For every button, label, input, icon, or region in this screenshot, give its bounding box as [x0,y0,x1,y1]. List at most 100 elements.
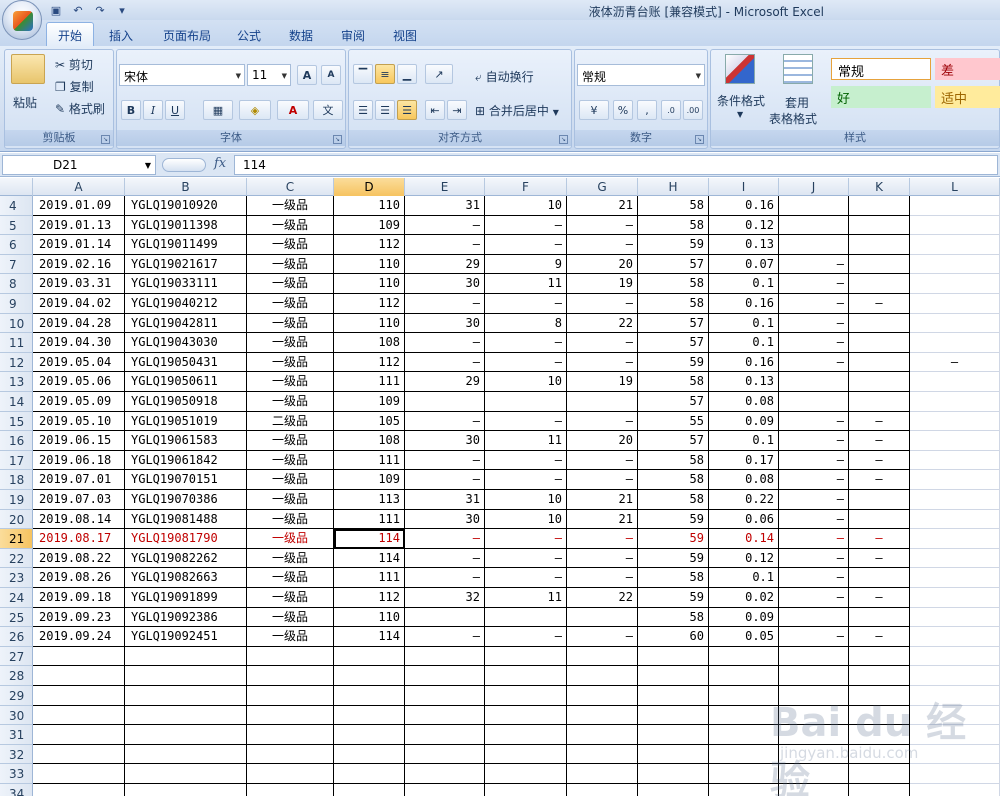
conditional-format-button[interactable]: 条件格式 [717,92,765,109]
cell-B8[interactable]: YGLQ19033111 [125,274,247,294]
cell-H5[interactable]: 58 [638,215,709,236]
row-header[interactable]: 32 [0,744,33,765]
cell-J12[interactable]: – [779,352,849,373]
cell-L24[interactable] [910,588,1000,608]
cell-D21[interactable]: 114 [334,529,405,549]
row-header[interactable]: 19 [0,490,33,510]
cell-F9[interactable]: – [485,294,567,314]
cell-E4[interactable]: 31 [405,196,485,216]
cell-B13[interactable]: YGLQ19050611 [125,372,247,392]
cell-I7[interactable]: 0.07 [709,254,779,275]
cell-G21[interactable]: – [567,529,638,549]
cell-H23[interactable]: 58 [638,568,709,588]
row-header[interactable]: 11 [0,333,33,353]
decrease-decimal-icon[interactable]: .00 [683,100,703,120]
cell-B34[interactable] [125,784,247,796]
cell-G29[interactable] [567,686,638,706]
cell-A12[interactable]: 2019.05.04 [33,352,125,373]
style-neutral[interactable]: 适中 [935,86,1000,108]
cell-B24[interactable]: YGLQ19091899 [125,588,247,608]
cell-B26[interactable]: YGLQ19092451 [125,627,247,647]
cell-K25[interactable] [849,607,910,628]
cell-A34[interactable] [33,784,125,796]
cell-K23[interactable] [849,568,910,588]
cell-B22[interactable]: YGLQ19082262 [125,548,247,569]
cell-C29[interactable] [247,686,334,706]
cell-B27[interactable] [125,646,247,667]
cell-F7[interactable]: 9 [485,254,567,275]
cell-D16[interactable]: 108 [334,431,405,451]
cell-F31[interactable] [485,725,567,745]
cell-K11[interactable] [849,333,910,353]
cell-D14[interactable]: 109 [334,392,405,412]
cell-B23[interactable]: YGLQ19082663 [125,568,247,588]
column-header[interactable]: H [638,178,709,196]
font-launcher-icon[interactable]: ↘ [333,135,342,144]
cell-C30[interactable] [247,705,334,726]
cell-H9[interactable]: 58 [638,294,709,314]
cell-G4[interactable]: 21 [567,196,638,216]
copy-button[interactable]: ❐ 复制 [55,78,94,95]
cell-H11[interactable]: 57 [638,333,709,353]
cell-G34[interactable] [567,784,638,796]
row-header[interactable]: 20 [0,509,33,530]
cell-E6[interactable]: – [405,235,485,255]
cell-E15[interactable]: – [405,411,485,432]
cell-B4[interactable]: YGLQ19010920 [125,196,247,216]
font-color-icon[interactable]: A [277,100,309,120]
cell-E20[interactable]: 30 [405,509,485,530]
cell-E21[interactable]: – [405,529,485,549]
cell-C21[interactable]: 一级品 [247,529,334,549]
cell-A23[interactable]: 2019.08.26 [33,568,125,588]
cell-D22[interactable]: 114 [334,548,405,569]
italic-button[interactable]: I [143,100,163,120]
cell-I15[interactable]: 0.09 [709,411,779,432]
align-left-icon[interactable]: ☰ [353,100,373,120]
cell-E34[interactable] [405,784,485,796]
cell-I6[interactable]: 0.13 [709,235,779,255]
row-header[interactable]: 27 [0,646,33,667]
cell-I31[interactable] [709,725,779,745]
cell-D11[interactable]: 108 [334,333,405,353]
cell-L26[interactable] [910,627,1000,647]
cell-C23[interactable]: 一级品 [247,568,334,588]
cell-J7[interactable]: – [779,254,849,275]
row-header[interactable]: 8 [0,274,33,294]
cell-H10[interactable]: 57 [638,313,709,334]
cell-G9[interactable]: – [567,294,638,314]
cell-J22[interactable]: – [779,548,849,569]
cell-A26[interactable]: 2019.09.24 [33,627,125,647]
cell-A8[interactable]: 2019.03.31 [33,274,125,294]
cell-D26[interactable]: 114 [334,627,405,647]
cell-I33[interactable] [709,764,779,784]
cell-E5[interactable]: – [405,215,485,236]
column-header[interactable]: D [334,178,405,196]
cell-K14[interactable] [849,392,910,412]
row-header[interactable]: 10 [0,313,33,334]
cell-A5[interactable]: 2019.01.13 [33,215,125,236]
cell-A16[interactable]: 2019.06.15 [33,431,125,451]
row-header[interactable]: 33 [0,764,33,784]
cell-A19[interactable]: 2019.07.03 [33,490,125,510]
tab-4[interactable]: 数据 [278,25,324,46]
cell-J4[interactable] [779,196,849,216]
cell-A17[interactable]: 2019.06.18 [33,450,125,471]
cell-F24[interactable]: 11 [485,588,567,608]
cell-I25[interactable]: 0.09 [709,607,779,628]
cell-K21[interactable]: – [849,529,910,549]
cell-F14[interactable] [485,392,567,412]
cell-H18[interactable]: 58 [638,470,709,490]
cell-K22[interactable]: – [849,548,910,569]
column-header[interactable]: F [485,178,567,196]
cell-G19[interactable]: 21 [567,490,638,510]
cell-H29[interactable] [638,686,709,706]
cell-F17[interactable]: – [485,450,567,471]
cell-B29[interactable] [125,686,247,706]
cell-L15[interactable] [910,411,1000,432]
tab-0[interactable]: 开始 [46,22,94,46]
shrink-font-button[interactable]: A [321,65,341,85]
cell-J8[interactable]: – [779,274,849,294]
cell-D30[interactable] [334,705,405,726]
cell-A9[interactable]: 2019.04.02 [33,294,125,314]
row-header[interactable]: 26 [0,627,33,647]
